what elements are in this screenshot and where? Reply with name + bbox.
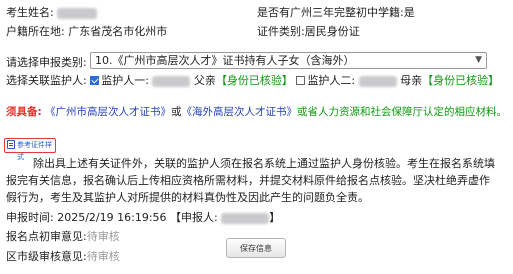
student-name-row: 考生姓名:	[6, 4, 98, 20]
hukou-label: 户籍所在地:	[6, 25, 65, 38]
submit-time-row: 申报时间: 2025/2/19 16:19:56 【申报人: 】	[6, 209, 280, 225]
guardian1-label: 监护人一:	[101, 74, 149, 87]
submit-time-value: 2025/2/19 16:19:56	[57, 211, 167, 224]
required-cert-2: 《海外高层次人才证书》	[181, 106, 298, 118]
category-selected-value: 10.《广州市高层次人才》证书持有人子女（含海外）	[95, 54, 355, 67]
guardian2-checkbox[interactable]	[296, 76, 306, 85]
required-label: 须具备:	[6, 106, 42, 118]
point-review-label: 报名点初审意见:	[6, 230, 87, 243]
guardian1-name-redacted	[152, 75, 191, 87]
cert-type-label: 证件类别:	[257, 25, 305, 38]
district-review-label: 区市级审核意见:	[6, 250, 87, 263]
school-record-label: 是否有广州三年完整初中学籍:	[257, 6, 404, 19]
hukou-row: 户籍所在地: 广东省茂名市化州市	[6, 23, 167, 39]
reference-sample-button[interactable]: 参考证件样式	[4, 138, 56, 161]
cert-type-value: 居民身份证	[304, 25, 360, 38]
school-record-row: 是否有广州三年完整初中学籍:是	[257, 4, 415, 20]
save-button[interactable]: 保存信息	[226, 238, 286, 258]
required-materials: 须具备: 《广州市高层次人才证书》或《海外高层次人才证书》或省人力资源和社会保障…	[6, 104, 507, 119]
guardian2-relation: 母亲	[400, 74, 423, 87]
guardian1-status: 【身份已核验】	[215, 74, 293, 87]
guardian1-checkbox[interactable]	[90, 76, 100, 85]
reporter-label: 【申报人:	[170, 211, 218, 224]
notice-paragraph: 除出具上述有关证件外，关联的监护人须在报名系统上通过监护人身份核验。考生在报名系…	[6, 157, 495, 204]
reporter-close: 】	[269, 211, 281, 224]
hukou-value: 广东省茂名市化州市	[68, 25, 168, 38]
required-or: 或	[171, 106, 182, 118]
guardian-label: 选择关联监护人:	[6, 74, 87, 87]
required-cert-1: 《广州市高层次人才证书》	[45, 106, 172, 118]
guardian1-relation: 父亲	[193, 74, 216, 87]
required-cert-3: 或省人力资源和社会保障厅认定的相应材料。	[297, 106, 508, 118]
school-record-value: 是	[403, 6, 415, 19]
reporter-name-redacted	[221, 212, 270, 224]
district-review-value: 待审核	[86, 250, 120, 263]
chevron-down-icon: ▼	[475, 55, 482, 65]
category-label: 请选择申报类别:	[6, 56, 87, 69]
district-review-row: 区市级审核意见:待审核	[6, 248, 120, 264]
guardian-row: 选择关联监护人: 监护人一: 父亲【身份已核验】 监护人二: 母亲【身份已核验】	[6, 72, 499, 88]
point-review-value: 待审核	[86, 230, 120, 243]
student-name-redacted	[57, 7, 98, 19]
category-select[interactable]: 10.《广州市高层次人才》证书持有人子女（含海外） ▼	[90, 52, 487, 69]
student-name-label: 考生姓名:	[6, 6, 54, 19]
cert-type-row: 证件类别:居民身份证	[257, 23, 360, 39]
submit-time-label: 申报时间:	[6, 211, 54, 224]
document-icon	[7, 140, 15, 149]
point-review-row: 报名点初审意见:待审核	[6, 228, 120, 244]
guardian2-status: 【身份已核验】	[422, 74, 500, 87]
guardian2-label: 监护人二:	[307, 74, 356, 87]
guardian2-name-redacted	[358, 75, 397, 87]
